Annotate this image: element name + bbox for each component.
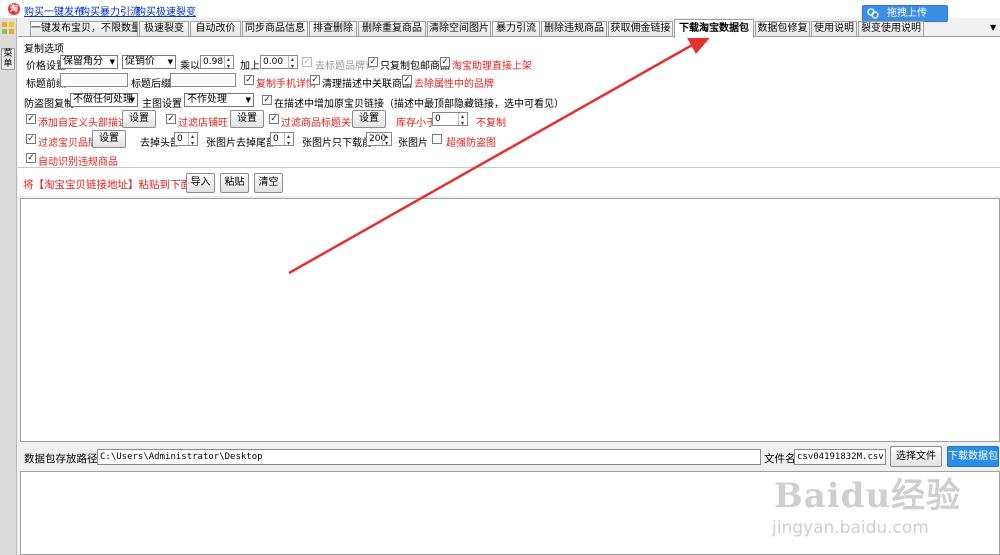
remove-head-input[interactable]: 0 (174, 132, 198, 146)
filter-shop-checkbox[interactable]: ✓ (166, 114, 176, 124)
add-custom-header-label: 添加自定义头部描述 (38, 118, 128, 129)
strong-anti-theft-checkbox[interactable] (432, 134, 442, 144)
section-title: 复制选项 (24, 44, 64, 55)
baidu-watermark: Baidu经验 jingyan.baidu.com (770, 468, 990, 550)
strong-anti-theft-label: 超强防盗图 (446, 138, 496, 149)
tab-fast-fission[interactable]: 极速裂变 (139, 21, 189, 37)
tab-delete-duplicates[interactable]: 删除重复商品 (358, 21, 426, 37)
main-image-label: 主图设置 (142, 99, 182, 110)
app-grid-icon[interactable] (2, 22, 14, 34)
download-images-label: 张图片 (398, 138, 428, 149)
tab-auto-reprice[interactable]: 自动改价 (190, 21, 241, 37)
remove-attr-brand-label: 去除属性中的品牌 (414, 79, 494, 90)
buy-one-click-publish-link[interactable]: 购买一键发布 (24, 3, 84, 18)
add-original-link-checkbox[interactable]: ✓ (262, 95, 272, 105)
only-free-shipping-checkbox[interactable]: ✓ (368, 57, 378, 67)
drag-upload-button[interactable]: 拖拽上传 (862, 5, 948, 22)
top-link-bar: 淘 购买一键发布 购买暴力引流 购买极速裂变 (0, 0, 1000, 18)
paste-toolbar: 将【淘宝宝贝链接地址】粘贴到下面: 导入 粘贴 清空 (18, 168, 1000, 196)
direct-upload-checkbox[interactable]: ✓ (440, 57, 450, 67)
direct-upload-label: 淘宝助理直接上架 (452, 61, 532, 72)
save-path-input[interactable]: C:\Users\Administrator\Desktop (97, 449, 761, 465)
copy-mobile-detail-label: 复制手机详情 (256, 79, 316, 90)
tab-check-delete[interactable]: 排查删除 (309, 21, 357, 37)
title-suffix-label: 标题后缀 (131, 79, 171, 90)
clean-related-label: 清理描述中关联商品 (322, 79, 412, 90)
anti-theft-select[interactable]: 不做任何处理 (70, 93, 138, 107)
tab-download-taobao-package[interactable]: 下载淘宝数据包 (674, 19, 754, 38)
filter-shop-settings-button[interactable]: 设置 (230, 110, 264, 128)
clean-related-checkbox[interactable]: ✓ (310, 75, 320, 85)
tab-fission-guide[interactable]: 裂变使用说明 (858, 21, 924, 37)
buy-traffic-link[interactable]: 购买暴力引流 (80, 3, 140, 18)
tab-commission-links[interactable]: 获取佣金链接 (608, 21, 673, 37)
add-custom-header-checkbox[interactable]: ✓ (26, 114, 36, 124)
filter-brand-checkbox[interactable]: ✓ (26, 134, 36, 144)
filter-brand-settings-button[interactable]: 设置 (92, 130, 126, 148)
drag-upload-label: 拖拽上传 (887, 8, 927, 19)
tab-sync-product-info[interactable]: 同步商品信息 (242, 21, 308, 37)
app-logo-icon: 淘 (8, 3, 20, 15)
add-label: 加上 (240, 61, 260, 72)
filename-input[interactable]: csv04191832M.csv (794, 449, 886, 465)
buy-fission-link[interactable]: 购买极速裂变 (136, 3, 196, 18)
title-suffix-input[interactable] (170, 73, 236, 87)
stock-input[interactable]: 0 (432, 112, 468, 126)
tab-usage-guide[interactable]: 使用说明 (811, 21, 857, 37)
filename-label: 文件名 (764, 453, 796, 465)
clear-button[interactable]: 清空 (254, 173, 283, 193)
add-input[interactable]: 0.00 (260, 55, 298, 69)
choose-file-button[interactable]: 选择文件 (890, 446, 942, 467)
auto-detect-violation-label: 自动识别违规商品 (38, 157, 118, 168)
filter-brand-label: 过滤宝贝品牌 (38, 138, 98, 149)
tab-package-repair[interactable]: 数据包修复 (755, 21, 810, 37)
filter-title-keywords-checkbox[interactable]: ✓ (269, 114, 279, 124)
tab-overflow-arrow-icon[interactable]: ▼ (990, 23, 1000, 33)
tab-delete-violations[interactable]: 删除违规商品 (541, 21, 607, 37)
price-mode-select[interactable]: 保留角分 (60, 55, 118, 69)
side-menu-toggle[interactable]: 菜单 (1, 48, 15, 70)
download-package-button[interactable]: 下载数据包 (947, 446, 999, 467)
auto-detect-violation-checkbox[interactable]: ✓ (26, 153, 36, 163)
paste-button[interactable]: 粘贴 (220, 173, 249, 193)
add-original-link-label: 在描述中增加原宝贝链接（描述中最顶部隐藏链接，选中可看见） (274, 99, 564, 110)
copy-mobile-detail-checkbox[interactable]: ✓ (244, 75, 254, 85)
link-paste-textarea[interactable] (20, 198, 1000, 442)
watermark-url: jingyan.baidu.com (772, 518, 929, 538)
remove-title-brand-label: 去标题品牌词 (315, 61, 375, 72)
remove-title-brand-checkbox[interactable]: ✓ (302, 57, 312, 67)
filter-title-keywords-label: 过滤商品标题关键 (281, 118, 361, 129)
filter-keywords-settings-button[interactable]: 设置 (352, 110, 386, 128)
left-side-strip: 菜单 (0, 18, 17, 555)
tab-clear-space-images[interactable]: 清除空间图片 (427, 21, 491, 37)
download-only-label: 张图片只下载前 (302, 138, 372, 149)
cloud-icon (867, 8, 879, 19)
head-images-label: 张图片 (206, 138, 236, 149)
price-source-select[interactable]: 促销价 (122, 55, 176, 69)
multiply-label: 乘以 (180, 61, 200, 72)
multiply-input[interactable]: 0.98 (200, 55, 234, 69)
save-path-row: 数据包存放路径 C:\Users\Administrator\Desktop 文… (18, 444, 1000, 470)
title-prefix-input[interactable] (60, 73, 128, 87)
watermark-brand: Baidu经验 (774, 476, 962, 516)
paste-instruction-label: 将【淘宝宝贝链接地址】粘贴到下面: (23, 179, 195, 191)
import-button[interactable]: 导入 (186, 173, 215, 193)
remove-tail-input[interactable]: 0 (270, 132, 294, 146)
save-path-label: 数据包存放路径 (24, 453, 98, 465)
tab-one-click-publish[interactable]: 一键发布宝贝，不限数量 (30, 21, 138, 37)
tab-traffic-boost[interactable]: 暴力引流 (492, 21, 540, 37)
filter-shop-label: 过滤店铺旺 (178, 118, 228, 129)
download-only-input[interactable]: 200 (366, 132, 392, 146)
custom-header-settings-button[interactable]: 设置 (122, 110, 156, 128)
copy-options-panel: 复制选项 价格设置 保留角分 促销价 乘以 0.98 加上 0.00 ✓ 去标题… (18, 37, 1000, 168)
no-copy-label: 不复制 (476, 118, 506, 129)
main-image-select[interactable]: 不作处理 (184, 93, 254, 107)
stock-less-than-label: 库存小于 (396, 118, 436, 129)
anti-theft-label: 防盗图复制 (24, 99, 74, 110)
remove-attr-brand-checkbox[interactable]: ✓ (402, 75, 412, 85)
